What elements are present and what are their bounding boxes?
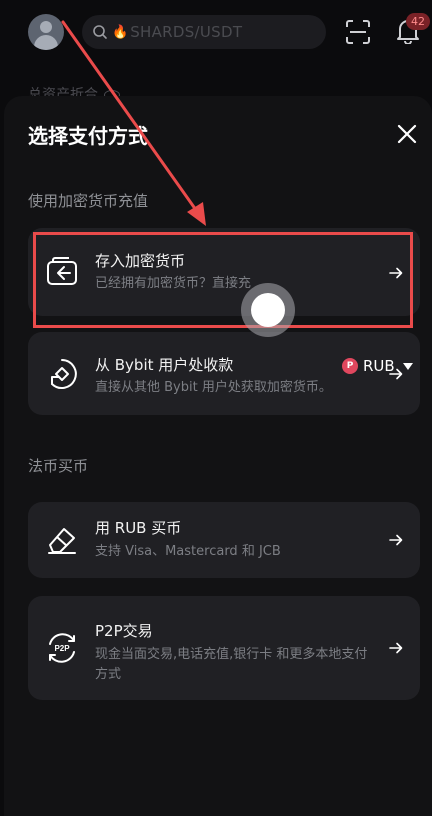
fire-icon: 🔥: [112, 24, 129, 40]
option-description: 已经拥有加密货币？直接充: [95, 276, 252, 291]
eraser-icon: [48, 528, 76, 554]
svg-text:P2P: P2P: [54, 644, 70, 653]
arrow-right-icon: [389, 642, 403, 654]
search-placeholder: SHARDS/USDT: [130, 23, 243, 41]
option-description: 支持 Visa、Mastercard 和 JCB: [95, 544, 281, 559]
arrow-right-icon: [389, 534, 403, 546]
top-bar: 🔥 SHARDS/USDT 42: [0, 0, 432, 64]
wallet-icon: [47, 257, 77, 285]
currency-code: RUB: [363, 357, 395, 375]
fiat-currency-selector[interactable]: P RUB: [342, 357, 413, 375]
avatar[interactable]: [28, 14, 64, 50]
sheet-title: 选择支付方式: [28, 124, 148, 148]
close-icon[interactable]: [396, 123, 418, 145]
option-title: 用 RUB 买币: [95, 519, 182, 537]
buy-with-fiat-option[interactable]: 用 RUB 买币 支持 Visa、Mastercard 和 JCB: [28, 502, 420, 578]
scan-icon[interactable]: [345, 19, 371, 45]
payment-method-sheet: 选择支付方式 使用加密货币充值 存入加密货币 已经拥有加密货币？直接充 从 By…: [4, 96, 432, 816]
option-description: 现金当面交易,电话充值,银行卡 和更多本地支付方式: [95, 647, 368, 682]
crypto-section-label: 使用加密货币充值: [28, 192, 149, 210]
receive-icon: [51, 359, 77, 389]
fiat-section-label: 法币买币: [28, 457, 89, 475]
notification-badge: 42: [406, 13, 430, 30]
currency-badge: P: [342, 358, 358, 374]
option-title: P2P交易: [95, 622, 153, 640]
search-icon: [93, 25, 107, 39]
option-title: 从 Bybit 用户处收款: [95, 356, 234, 374]
search-bar[interactable]: 🔥 SHARDS/USDT: [82, 15, 326, 49]
p2p-option[interactable]: P2P P2P交易 现金当面交易,电话充值,银行卡 和更多本地支付方式: [28, 596, 420, 700]
arrow-right-icon: [389, 267, 403, 279]
option-description: 直接从其他 Bybit 用户处获取加密货币。: [95, 380, 332, 395]
deposit-crypto-option[interactable]: 存入加密货币 已经拥有加密货币？直接充: [28, 228, 420, 316]
p2p-icon: P2P: [49, 633, 75, 663]
caret-down-icon: [402, 362, 413, 370]
option-title: 存入加密货币: [95, 252, 186, 270]
